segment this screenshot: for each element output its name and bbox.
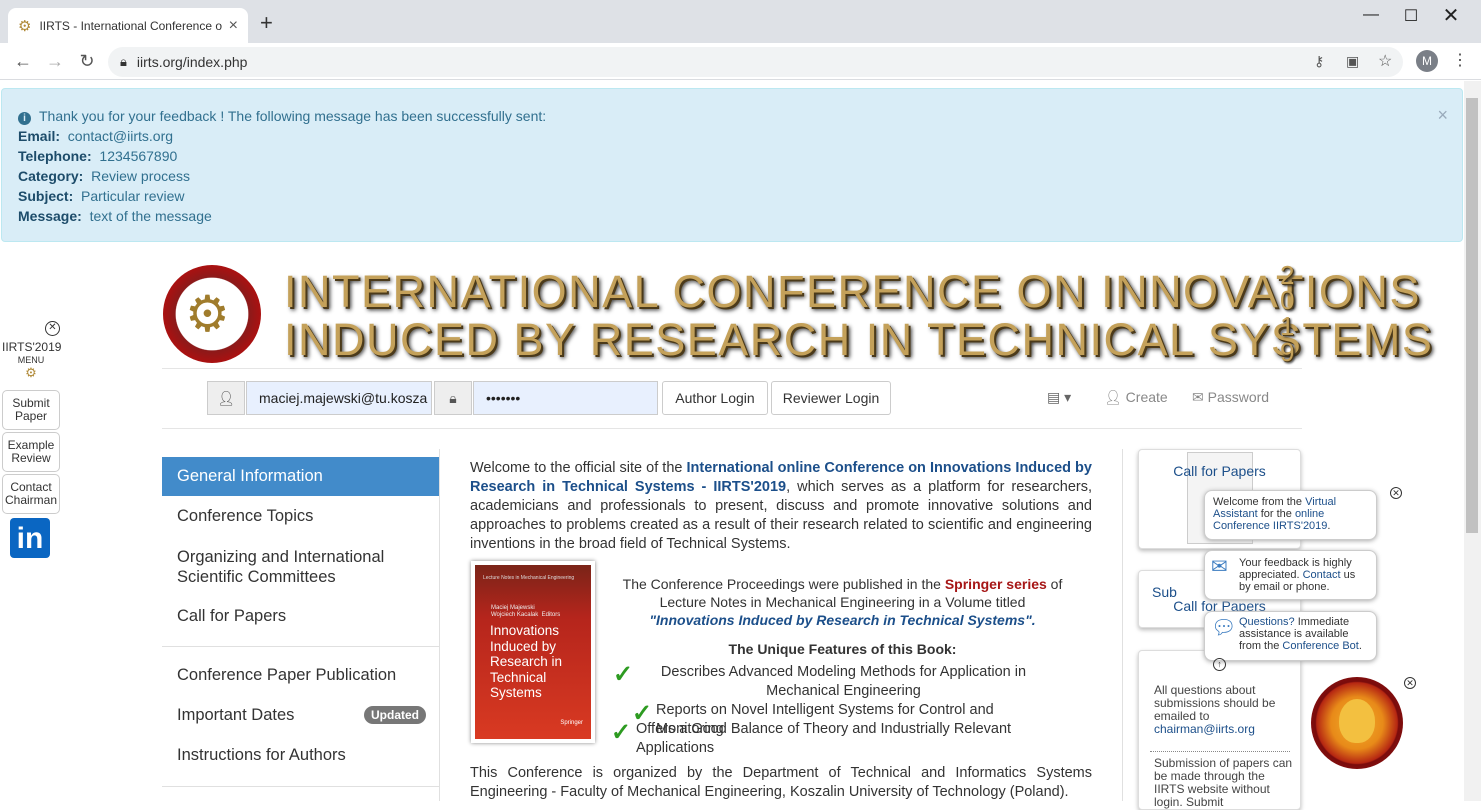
lock-icon: 🔒︎ xyxy=(120,54,127,69)
bookmark-star-icon[interactable]: ☆ xyxy=(1378,51,1392,71)
scrollbar-thumb[interactable] xyxy=(1466,98,1478,533)
alert-message: Thank you for your feedback ! The follow… xyxy=(39,108,547,124)
virtual-assistant-avatar[interactable] xyxy=(1311,677,1403,769)
browser-toolbar: ← → ↻ 🔒︎ iirts.org/index.php ⚷ ▣ ☆ xyxy=(0,43,1481,80)
envelope-icon: ✉ xyxy=(1211,556,1228,578)
user-icon: 👤︎ xyxy=(1104,389,1122,405)
gears-icon: ⚙ xyxy=(185,286,230,342)
key-icon[interactable]: ⚷ xyxy=(1314,53,1324,70)
assistant-feedback-bubble[interactable]: ✉ Your feedback is highly appreciated. C… xyxy=(1204,550,1377,600)
features-heading: The Unique Features of this Book: xyxy=(728,641,957,657)
updated-badge: Updated xyxy=(364,706,426,724)
welcome-paragraph: Welcome to the official site of the Inte… xyxy=(470,460,1092,552)
feature-item: Offers a Good Balance of Theory and Indu… xyxy=(636,721,1012,756)
conference-logo: ⚙ xyxy=(163,265,261,363)
info-icon: i xyxy=(18,112,31,125)
assistant-questions-bubble[interactable]: 💬︎ Questions? Immediate assistance is av… xyxy=(1204,611,1377,661)
user-icon: 👤︎ xyxy=(207,381,245,415)
nav-divider xyxy=(162,646,439,647)
alert-field-message: Message: text of the message xyxy=(18,208,212,224)
minimize-icon[interactable]: — xyxy=(1356,6,1386,24)
alert-close-icon[interactable]: × xyxy=(1437,105,1448,126)
window-close-icon[interactable]: ✕ xyxy=(1436,3,1466,28)
arrow-up-icon[interactable]: ↑ xyxy=(1213,658,1226,671)
column-divider xyxy=(439,449,440,801)
nav-paper-publication[interactable]: Conference Paper Publication xyxy=(162,666,439,685)
favicon-gear-icon: ⚙ xyxy=(18,17,32,35)
password-reset-link[interactable]: ✉ Password xyxy=(1192,389,1269,406)
banner-year-digit: 9 xyxy=(1280,337,1295,367)
divider xyxy=(162,428,1302,429)
book-title: Innovations Induced by Research in Techn… xyxy=(490,623,563,700)
floating-menu-logo[interactable]: IIRTS'2019 MENU ⚙ xyxy=(2,341,61,380)
tab-title: IIRTS - International Conference o xyxy=(39,18,222,33)
create-account-link[interactable]: 👤︎ Create xyxy=(1104,389,1168,406)
nav-committees[interactable]: Organizing and International Scientific … xyxy=(162,547,412,587)
divider xyxy=(162,368,1302,369)
checkmark-icon: ✓ xyxy=(613,661,634,688)
maximize-icon[interactable]: ☐ xyxy=(1396,6,1426,26)
submission-info-text: Submission of papers can be made through… xyxy=(1154,756,1293,809)
nav-instructions-for-authors[interactable]: Instructions for Authors xyxy=(162,746,439,765)
organizer-paragraph: This Conference is organized by the Depa… xyxy=(470,765,1092,800)
gear-icon: ⚙ xyxy=(25,365,37,380)
author-login-button[interactable]: Author Login xyxy=(662,381,768,415)
volume-title: "Innovations Induced by Research in Tech… xyxy=(649,612,1036,628)
nav-call-for-papers[interactable]: Call for Papers xyxy=(162,607,439,626)
email-field[interactable]: maciej.majewski@tu.kosza xyxy=(246,381,432,415)
chairman-email-link[interactable]: chairman@iirts.org xyxy=(1154,722,1255,736)
koszalin-university-link[interactable]: Koszalin University of Technology xyxy=(790,784,1006,800)
nav-conference-topics[interactable]: Conference Topics xyxy=(162,507,439,526)
forward-arrow-icon[interactable]: → xyxy=(44,51,66,72)
address-bar[interactable]: 🔒︎ iirts.org/index.php xyxy=(108,47,1403,77)
submit-paper-button[interactable]: Submit Paper xyxy=(2,390,60,430)
bot-close-icon[interactable]: ✕ xyxy=(1404,677,1416,689)
contact-chairman-button[interactable]: Contact Chairman xyxy=(2,474,60,514)
back-arrow-icon[interactable]: ← xyxy=(12,51,34,72)
assistant-face-icon xyxy=(1339,699,1375,743)
nav-divider xyxy=(162,786,439,787)
envelope-icon: ✉ xyxy=(1192,389,1204,405)
reviewer-login-button[interactable]: Reviewer Login xyxy=(771,381,891,415)
browser-tab[interactable]: ⚙ IIRTS - International Conference o × xyxy=(8,8,248,43)
profile-avatar[interactable]: M xyxy=(1416,50,1438,72)
linkedin-icon[interactable]: in xyxy=(10,518,50,558)
divider xyxy=(1150,751,1290,752)
tab-close-icon[interactable]: × xyxy=(229,17,238,35)
reload-icon[interactable]: ↻ xyxy=(76,51,98,72)
new-tab-icon[interactable]: + xyxy=(260,12,273,34)
nav-general-information[interactable]: General Information xyxy=(162,457,439,496)
feature-item: Describes Advanced Modeling Methods for … xyxy=(660,664,1027,699)
alert-field-category: Category: Review process xyxy=(18,168,190,184)
alert-field-telephone: Telephone: 1234567890 xyxy=(18,148,178,164)
password-field[interactable]: ••••••• xyxy=(473,381,658,415)
book-cover-image[interactable]: Lecture Notes in Mechanical Engineering … xyxy=(471,561,595,743)
column-divider xyxy=(1122,449,1123,801)
proceedings-text: The Conference Proceedings were publishe… xyxy=(622,576,1063,628)
assistant-welcome-bubble[interactable]: Welcome from the Virtual Assistant for t… xyxy=(1204,490,1377,540)
banner-title-line1: INTERNATIONAL CONFERENCE ON INNOVATIONS xyxy=(284,266,1421,317)
alert-field-subject: Subject: Particular review xyxy=(18,188,185,204)
assistant-close-icon[interactable]: ✕ xyxy=(1390,487,1402,499)
floating-menu-close-icon[interactable]: ✕ xyxy=(45,321,60,336)
chat-icon: 💬︎ xyxy=(1211,617,1237,639)
springer-series-link[interactable]: Springer series xyxy=(945,576,1047,592)
alert-field-email: Email: contact@iirts.org xyxy=(18,128,174,144)
banner-title-line2: INDUCED BY RESEARCH IN TECHNICAL SYSTEMS xyxy=(284,314,1434,365)
call-for-papers-title[interactable]: Call for Papers xyxy=(1139,463,1300,479)
translate-icon[interactable]: ▣ xyxy=(1346,53,1359,70)
lock-icon: 🔒︎ xyxy=(434,381,472,415)
list-dropdown-icon[interactable]: ▤ ▾ xyxy=(1047,389,1071,406)
feedback-success-alert: i Thank you for your feedback ! The follo… xyxy=(1,88,1463,242)
questions-text: All questions about submissions should b… xyxy=(1154,683,1276,736)
browser-menu-icon[interactable]: ⋮ xyxy=(1452,50,1468,70)
url-text: iirts.org/index.php xyxy=(136,54,248,70)
example-review-button[interactable]: Example Review xyxy=(2,432,60,472)
checkmark-icon: ✓ xyxy=(611,719,632,746)
